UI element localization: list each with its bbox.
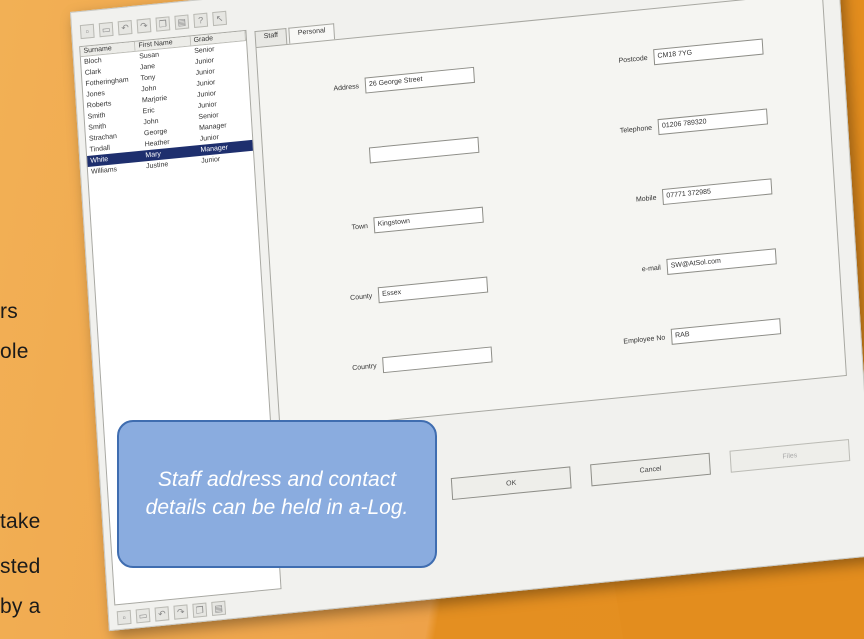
country-label: Country (352, 362, 377, 372)
help-icon[interactable]: ? (193, 12, 209, 28)
undo-icon[interactable]: ↶ (154, 606, 170, 622)
telephone-input[interactable]: 01206 789320 (657, 108, 769, 136)
undo-icon[interactable]: ↶ (117, 20, 133, 36)
redo-icon[interactable]: ↷ (173, 604, 189, 620)
address-label: Address (333, 82, 360, 93)
email-input[interactable]: SW@AtSol.com (666, 248, 777, 275)
new-icon[interactable]: ▫ (116, 609, 132, 626)
personal-details-panel: Address 26 George Street Town Kingstown … (255, 0, 847, 432)
callout-box: Staff address and contact details can be… (117, 420, 437, 568)
callout-text: Staff address and contact details can be… (145, 468, 409, 519)
list-body: Bloch Susan Senior Clark Jane Junior Fothering… (81, 41, 254, 178)
page-text-fragment: take (0, 510, 41, 533)
new-icon[interactable]: ▫ (79, 23, 95, 40)
postcode-label: Postcode (618, 54, 648, 65)
employee-no-input[interactable]: RAB (670, 318, 782, 345)
town-input[interactable]: Kingstown (373, 206, 484, 234)
redo-icon[interactable]: ↷ (136, 18, 152, 34)
pointer-icon[interactable]: ↖ (212, 10, 228, 27)
page-text-fragment: rs (0, 300, 18, 323)
email-label: e-mail (641, 264, 662, 273)
county-label: County (349, 292, 373, 302)
town-label: Town (351, 222, 369, 232)
employee-no-field: Employee No RAB (595, 318, 782, 352)
email-field: e-mail SW@AtSol.com (591, 248, 777, 282)
country-field: Country (306, 346, 493, 380)
page-text-fragment: sted (0, 555, 41, 578)
address-line2-field (293, 136, 480, 171)
county-field: County Essex (302, 276, 489, 311)
telephone-label: Telephone (619, 124, 653, 135)
files-button[interactable]: Files (729, 439, 851, 473)
county-input[interactable]: Essex (377, 276, 489, 304)
mobile-field: Mobile 07771 372985 (586, 178, 773, 212)
address-input[interactable]: 26 George Street (364, 66, 476, 94)
telephone-field: Telephone 01206 789320 (582, 108, 769, 142)
postcode-field: Postcode CM18 7YG (578, 38, 764, 73)
open-icon[interactable]: ▭ (98, 21, 114, 38)
address-field: Address 26 George Street (289, 66, 476, 101)
print-icon[interactable]: ▤ (211, 600, 227, 617)
cancel-button[interactable]: Cancel (590, 452, 711, 487)
postcode-input[interactable]: CM18 7YG (653, 38, 764, 66)
open-icon[interactable]: ▭ (135, 608, 151, 624)
employee-no-label: Employee No (623, 333, 666, 346)
copy-icon[interactable]: ❐ (155, 16, 171, 32)
page-text-fragment: by a (0, 595, 41, 618)
town-field: Town Kingstown (298, 206, 484, 241)
country-input[interactable] (382, 346, 493, 374)
print-icon[interactable]: ▤ (174, 14, 190, 30)
address-line2-input[interactable] (368, 136, 480, 164)
ok-button[interactable]: OK (450, 466, 572, 501)
mobile-input[interactable]: 07771 372985 (661, 178, 773, 206)
copy-icon[interactable]: ❐ (192, 602, 208, 618)
page-text-fragment: ole (0, 340, 29, 363)
mobile-label: Mobile (635, 194, 657, 204)
address-line2-label (294, 156, 364, 163)
